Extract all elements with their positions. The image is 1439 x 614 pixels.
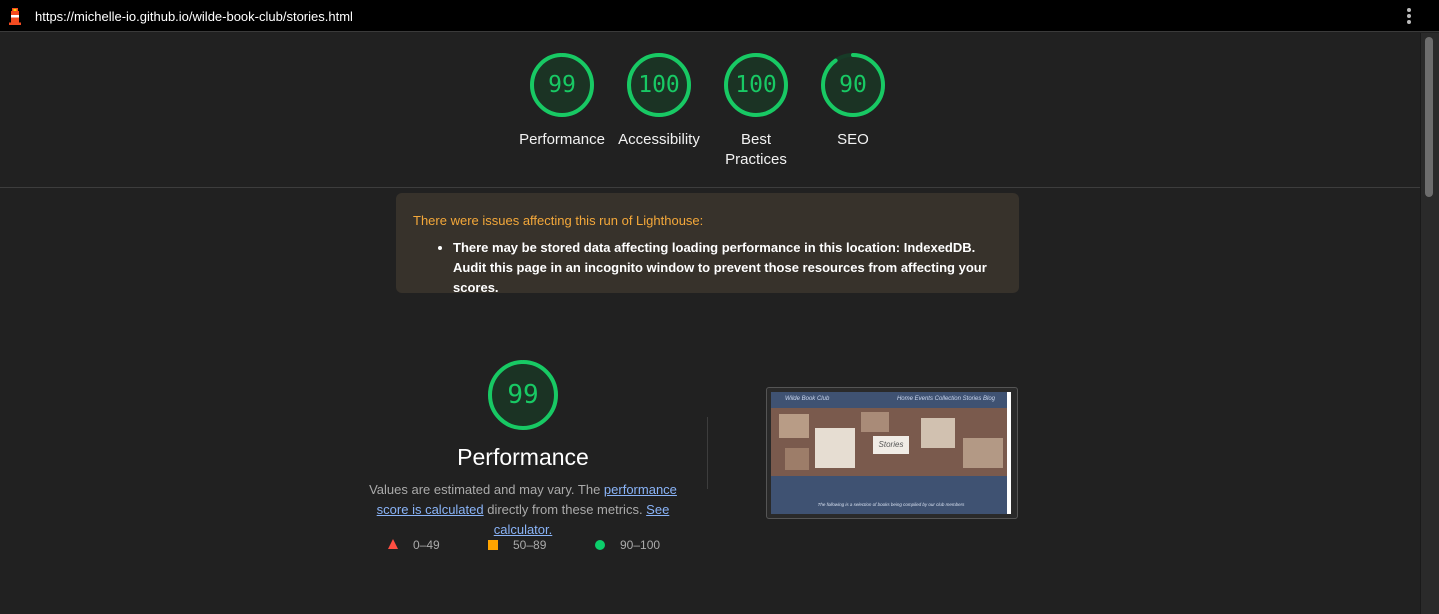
url-text[interactable]: https://michelle-io.github.io/wilde-book…: [35, 9, 353, 24]
scrollbar[interactable]: [1420, 33, 1439, 614]
gauge-label: Performance: [519, 131, 605, 148]
warning-title: There were issues affecting this run of …: [413, 213, 704, 228]
gauge-score: 90: [839, 72, 867, 98]
legend-range: 0–49: [413, 538, 440, 552]
warning-item: There may be stored data affecting loadi…: [453, 238, 1001, 298]
legend-range: 50–89: [513, 538, 547, 552]
warning-list: There may be stored data affecting loadi…: [413, 238, 1001, 298]
gauge-best-practices[interactable]: 100 Best Practices: [701, 51, 811, 170]
gauge-label: Best Practices: [725, 131, 787, 168]
desc-prefix: Values are estimated and may vary. The: [369, 482, 604, 497]
gauge-score: 100: [735, 72, 777, 98]
section-divider: [0, 187, 1420, 188]
vertical-separator: [707, 417, 708, 489]
gauge-label: SEO: [837, 131, 869, 148]
performance-gauge: 99: [486, 358, 560, 432]
screenshot-hero-label: Stories: [873, 436, 909, 454]
triangle-icon: [388, 539, 398, 549]
gauge-accessibility[interactable]: 100 Accessibility: [604, 51, 714, 150]
scrollbar-thumb[interactable]: [1425, 37, 1433, 197]
lighthouse-warning: There were issues affecting this run of …: [396, 193, 1019, 295]
screenshot-nav-links: Home Events Collection Stories Blog: [896, 396, 995, 402]
desc-middle: directly from these metrics.: [483, 502, 647, 517]
score-gauges: 99 Performance 100 Accessibility 100 Bes…: [0, 51, 1420, 181]
gauge-performance[interactable]: 99 Performance: [507, 51, 617, 150]
final-screenshot[interactable]: Wilde Book Club Home Events Collection S…: [766, 387, 1018, 519]
performance-score: 99: [507, 380, 539, 410]
legend-range: 90–100: [620, 538, 661, 552]
lighthouse-icon: [9, 8, 21, 25]
gauge-score: 100: [638, 72, 680, 98]
gauge-score: 99: [548, 72, 576, 98]
screenshot-caption: The following is a selection of books be…: [817, 502, 965, 507]
square-icon: [488, 540, 498, 550]
screenshot-hero: Stories: [771, 408, 1011, 476]
address-bar: https://michelle-io.github.io/wilde-book…: [0, 0, 1439, 32]
screenshot-edge: [1007, 392, 1011, 514]
more-options-icon[interactable]: [1402, 7, 1416, 27]
circle-icon: [595, 540, 605, 550]
screenshot-brand: Wilde Book Club: [785, 396, 830, 402]
gauge-label: Accessibility: [618, 131, 700, 148]
performance-title: Performance: [457, 444, 589, 470]
page-screenshot: Wilde Book Club Home Events Collection S…: [771, 392, 1011, 514]
gauge-seo[interactable]: 90 SEO: [798, 51, 908, 150]
performance-description: Values are estimated and may vary. The p…: [353, 480, 693, 540]
screenshot-nav: Wilde Book Club Home Events Collection S…: [771, 392, 1011, 408]
